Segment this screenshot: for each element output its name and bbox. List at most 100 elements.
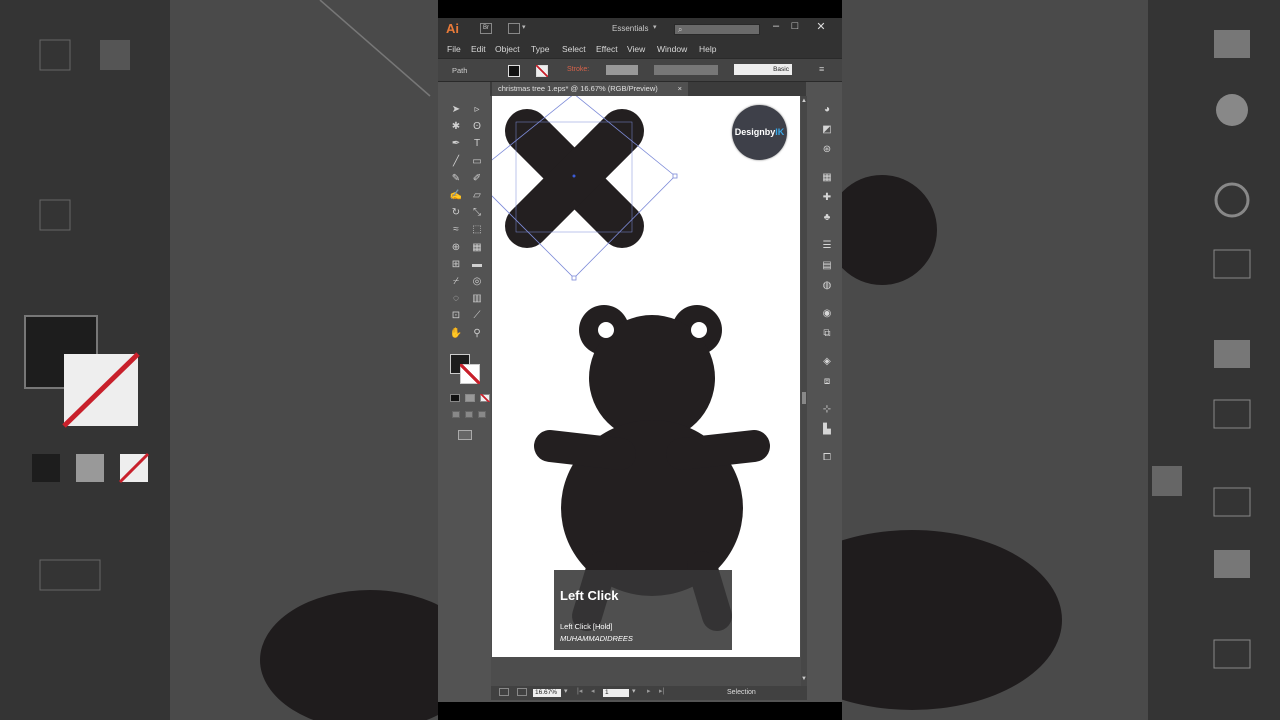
magic-wand-tool-icon[interactable]: ✱	[449, 121, 463, 133]
badge-text: Designby	[734, 127, 776, 137]
rotate-tool-icon[interactable]: ↻	[449, 207, 463, 219]
pen-tool-icon[interactable]: ✒	[449, 138, 463, 150]
menu-object[interactable]: Object	[495, 44, 520, 54]
scroll-thumb[interactable]	[802, 392, 806, 404]
first-artboard-icon[interactable]: |◂	[577, 687, 582, 695]
blend-tool-icon[interactable]: ◎	[470, 276, 484, 288]
brush-definition-select[interactable]: Basic	[734, 64, 792, 75]
minimize-button[interactable]: –	[769, 20, 783, 32]
menu-view[interactable]: View	[627, 44, 645, 54]
workspace-switcher[interactable]: Essentials	[612, 24, 648, 33]
pathfinder-icon[interactable]: ⧠	[821, 452, 833, 464]
stroke-weight-field[interactable]	[606, 65, 638, 75]
variable-width-profile[interactable]	[654, 65, 718, 75]
close-tab-icon[interactable]: ×	[678, 82, 682, 96]
stroke-label[interactable]: Stroke:	[567, 66, 589, 73]
pencil-tool-icon[interactable]: ✐	[470, 173, 484, 185]
gradient-panel-icon[interactable]: ▤	[821, 260, 833, 272]
scroll-up-arrow[interactable]: ▲	[801, 98, 807, 104]
change-screen-mode-icon[interactable]	[458, 430, 472, 440]
artboard[interactable]: DesignbyIK Left Click Left Click [Hold] …	[492, 96, 800, 657]
align-icon[interactable]: ▙	[821, 424, 833, 436]
chevron-down-icon: ▾	[653, 24, 657, 31]
close-button[interactable]: ✕	[814, 20, 828, 33]
shape-builder-tool-icon[interactable]: ⊕	[449, 242, 463, 254]
lasso-tool-icon[interactable]: ʘ	[470, 121, 484, 133]
maximize-button[interactable]: □	[788, 20, 802, 32]
color-guide-icon[interactable]: ◩	[821, 124, 833, 136]
graphic-styles-icon[interactable]: ⧉	[821, 328, 833, 340]
draw-behind-icon[interactable]	[465, 411, 473, 418]
rectangle-tool-icon[interactable]: ▭	[470, 156, 484, 168]
zoom-tool-icon[interactable]: ⚲	[470, 328, 484, 340]
swatches-icon[interactable]: ▦	[821, 172, 833, 184]
column-graph-tool-icon[interactable]: ▥	[470, 293, 484, 305]
color-panel-icon[interactable]: ◕	[821, 104, 833, 116]
transform-icon[interactable]: ⊹	[821, 404, 833, 416]
control-bar: Path Stroke: Basic ≡	[438, 58, 842, 82]
illustrator-app: Ai Br ▾ Essentials ▾ ⌕ – □ ✕ File Edit O…	[438, 0, 842, 720]
transparency-icon[interactable]: ◍	[821, 280, 833, 292]
symbol-sprayer-tool-icon[interactable]: ◌	[449, 293, 463, 305]
eraser-tool-icon[interactable]: ▱	[470, 190, 484, 202]
layers-icon[interactable]: ◈	[821, 356, 833, 368]
share-icon[interactable]	[517, 688, 527, 696]
symbols-icon[interactable]: ♣	[821, 212, 833, 224]
search-input[interactable]: ⌕	[674, 24, 760, 35]
slice-tool-icon[interactable]: ⟋	[470, 310, 484, 322]
arrange-documents-button[interactable]	[508, 23, 520, 34]
fill-swatch[interactable]	[508, 65, 520, 77]
stroke-panel-icon[interactable]: ☰	[821, 240, 833, 252]
last-artboard-icon[interactable]: ▸|	[659, 687, 664, 695]
panel-menu-icon[interactable]: ≡	[819, 64, 824, 74]
document-tab-title: christmas tree 1.eps* @ 16.67% (RGB/Prev…	[498, 84, 658, 93]
type-tool-icon[interactable]: T	[470, 138, 484, 150]
artboards-icon[interactable]: ⧈	[821, 376, 833, 388]
free-transform-tool-icon[interactable]: ⬚	[470, 224, 484, 236]
menu-help[interactable]: Help	[699, 44, 716, 54]
direct-selection-tool-icon[interactable]: ▹	[470, 104, 484, 116]
eyedropper-tool-icon[interactable]: ⌿	[449, 276, 463, 288]
mesh-tool-icon[interactable]: ⊞	[449, 259, 463, 271]
chevron-down-icon[interactable]: ▾	[564, 687, 568, 695]
gradient-tool-icon[interactable]: ▬	[470, 259, 484, 271]
app-window: Ai Br ▾ Essentials ▾ ⌕ – □ ✕ File Edit O…	[438, 18, 842, 702]
overlay-action: Left Click [Hold]	[560, 622, 613, 631]
perspective-grid-tool-icon[interactable]: ▦	[470, 242, 484, 254]
menu-edit[interactable]: Edit	[471, 44, 486, 54]
scale-tool-icon[interactable]: ⤡	[470, 207, 484, 219]
brushes-icon[interactable]: ✚	[821, 192, 833, 204]
artboard-nav-icon[interactable]	[499, 688, 509, 696]
zoom-level-field[interactable]: 16.67%	[533, 689, 561, 697]
scroll-down-arrow[interactable]: ▼	[801, 676, 807, 682]
title-bar: Ai Br ▾ Essentials ▾ ⌕ – □ ✕	[438, 18, 842, 40]
x-shape[interactable]	[505, 109, 644, 248]
selection-tool-icon[interactable]: ➤	[449, 104, 463, 116]
color-mode-icon[interactable]	[450, 394, 460, 402]
menu-window[interactable]: Window	[657, 44, 687, 54]
libraries-icon[interactable]: ⊛	[821, 144, 833, 156]
hand-tool-icon[interactable]: ✋	[449, 328, 463, 340]
width-tool-icon[interactable]: ≈	[449, 224, 463, 236]
draw-inside-icon[interactable]	[478, 411, 486, 418]
previous-artboard-icon[interactable]: ◂	[591, 687, 595, 695]
menu-type[interactable]: Type	[531, 44, 549, 54]
menu-file[interactable]: File	[447, 44, 461, 54]
menu-effect[interactable]: Effect	[596, 44, 618, 54]
vertical-scrollbar[interactable]: ▲ ▼	[801, 96, 807, 686]
blob-brush-tool-icon[interactable]: ✍	[449, 190, 463, 202]
paintbrush-tool-icon[interactable]: ✎	[449, 173, 463, 185]
none-slash-icon	[480, 394, 490, 402]
artboard-tool-icon[interactable]: ⊡	[449, 310, 463, 322]
gradient-mode-icon[interactable]	[465, 394, 475, 402]
chevron-down-icon[interactable]: ▾	[632, 687, 636, 695]
menu-select[interactable]: Select	[562, 44, 586, 54]
draw-normal-icon[interactable]	[452, 411, 460, 418]
appearance-icon[interactable]: ◉	[821, 308, 833, 320]
canvas-area[interactable]: DesignbyIK Left Click Left Click [Hold] …	[491, 96, 807, 692]
document-tab[interactable]: christmas tree 1.eps* @ 16.67% (RGB/Prev…	[492, 82, 688, 96]
next-artboard-icon[interactable]: ▸	[647, 687, 651, 695]
artboard-number-field[interactable]: 1	[603, 689, 629, 697]
line-tool-icon[interactable]: ╱	[449, 156, 463, 168]
bridge-button[interactable]: Br	[480, 23, 492, 34]
